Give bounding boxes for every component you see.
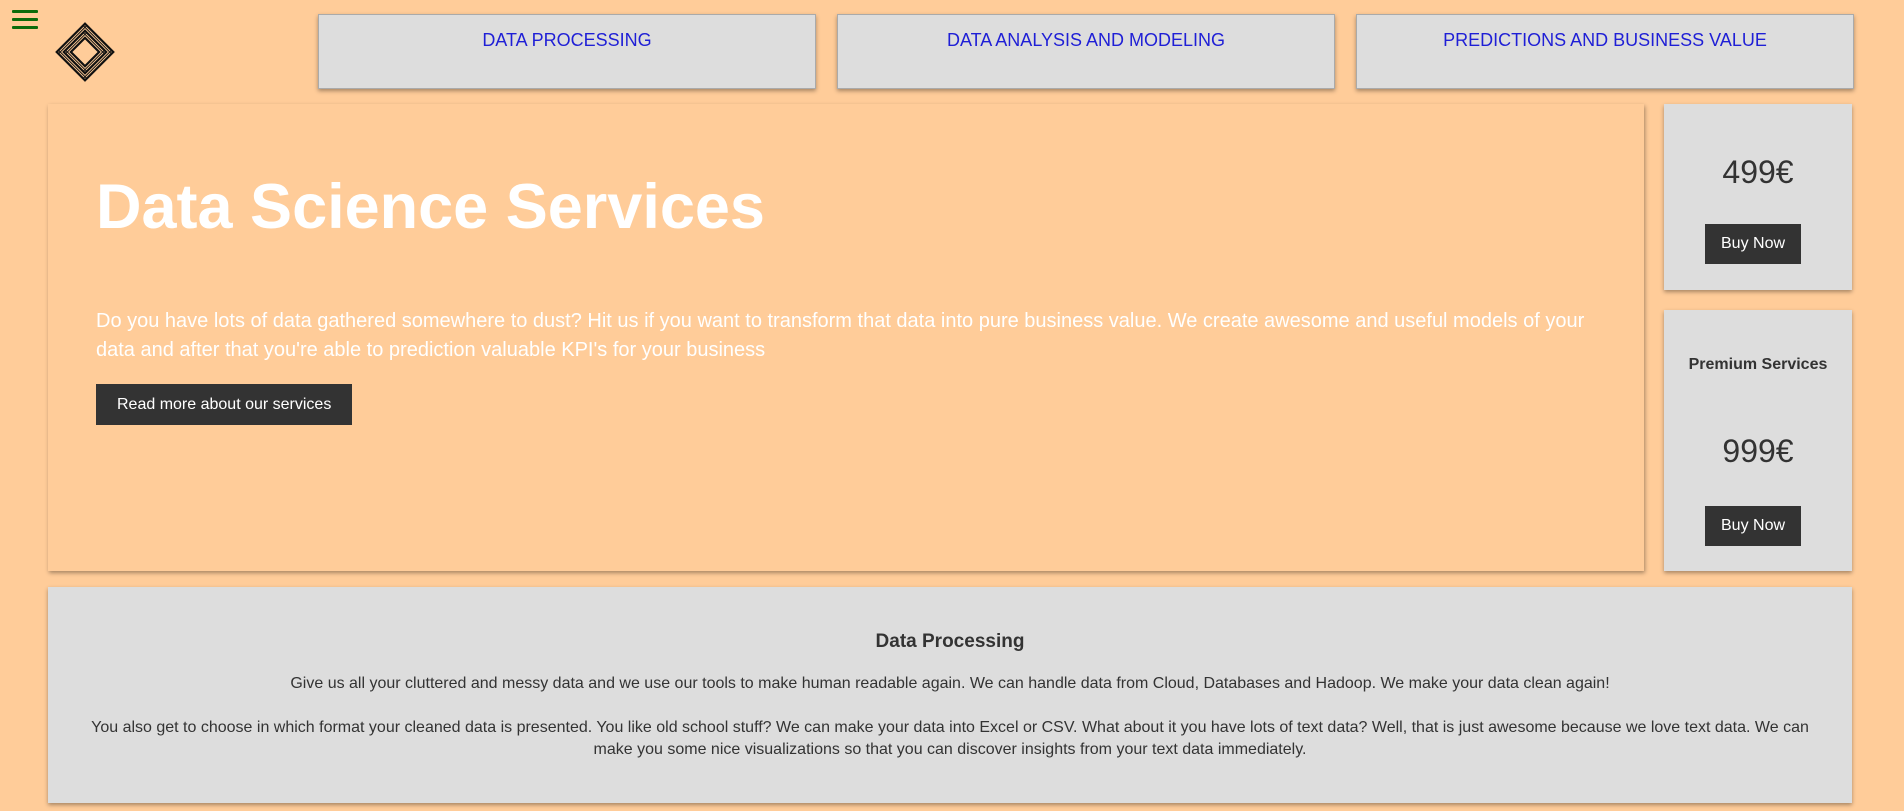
tab-label: DATA ANALYSIS AND MODELING — [946, 30, 1226, 50]
info-heading: Data Processing — [875, 631, 1025, 652]
tab-label: PREDICTIONS AND BUSINESS VALUE — [1443, 30, 1767, 50]
tab-label: DATA PROCESSING — [482, 30, 652, 50]
pricing-card-premium: Premium Services 999€ Buy Now — [1664, 310, 1852, 571]
hero-section: Data Science Services Do you have lots o… — [48, 104, 1644, 571]
buy-now-button[interactable]: Buy Now — [1705, 506, 1802, 546]
price-value: 999€ — [1722, 433, 1794, 469]
price-value: 499€ — [1722, 154, 1794, 190]
page: DATA PROCESSING DATA ANALYSIS AND MODELI… — [0, 0, 1904, 811]
hero-description: Do you have lots of data gathered somewh… — [96, 310, 1585, 361]
pricing-card-title: Premium Services — [1688, 356, 1828, 373]
tab-data-analysis-and-modeling[interactable]: DATA ANALYSIS AND MODELING — [837, 14, 1335, 89]
info-paragraph: You also get to choose in which format y… — [91, 719, 1809, 758]
read-more-button[interactable]: Read more about our services — [96, 384, 353, 425]
tab-data-processing[interactable]: DATA PROCESSING — [318, 14, 816, 89]
pricing-card-basic: 499€ Buy Now — [1664, 104, 1852, 290]
hero-title: Data Science Services — [96, 172, 765, 242]
diamond-logo[interactable] — [52, 20, 118, 84]
buy-now-button[interactable]: Buy Now — [1705, 224, 1802, 264]
tab-predictions-and-business-value[interactable]: PREDICTIONS AND BUSINESS VALUE — [1356, 14, 1854, 89]
info-paragraph: Give us all your cluttered and messy dat… — [290, 675, 1610, 692]
hamburger-menu-icon[interactable] — [12, 10, 38, 32]
info-section-data-processing: Data Processing Give us all your clutter… — [48, 587, 1852, 803]
